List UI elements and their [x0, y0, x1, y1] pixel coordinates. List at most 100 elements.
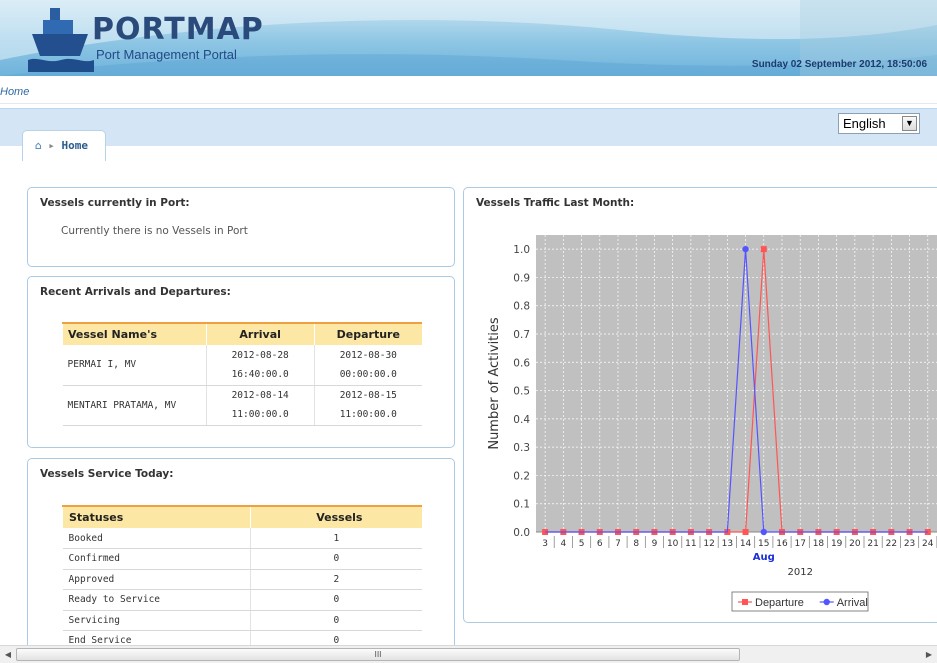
departure-time: 00:00:00.0 [313, 365, 422, 386]
table-row[interactable]: Booked 1 [62, 528, 422, 549]
y-tick-label: 0.0 [513, 527, 530, 539]
vessel-count: 0 [249, 589, 422, 611]
scrollbar-thumb[interactable]: III [16, 648, 740, 661]
legend-label: Departure [755, 597, 804, 609]
arrival-date: 2012-08-28 [205, 345, 315, 365]
vessel-count: 0 [249, 548, 422, 570]
divider [0, 103, 937, 104]
service-table: Statuses Vessels Booked 1 Confirmed 0 Appr… [62, 505, 422, 652]
y-axis-label: Number of Activities [487, 317, 502, 450]
column-header-statuses[interactable]: Statuses [62, 505, 251, 528]
x-tick-label: 3 [542, 539, 548, 549]
column-header-vessels[interactable]: Vessels [249, 505, 422, 528]
table-row[interactable]: Approved 2 [62, 569, 422, 590]
x-tick-label: 8 [633, 539, 639, 549]
recent-title: Recent Arrivals and Departures: [40, 286, 231, 298]
x-tick-label: 15 [758, 539, 769, 549]
arrival-date: 2012-08-14 [205, 385, 315, 405]
column-header-vessel-name[interactable]: Vessel Name's [62, 322, 207, 345]
table-header-row: Statuses Vessels [62, 505, 422, 528]
data-point-departure [760, 246, 767, 253]
y-tick-label: 0.8 [513, 301, 530, 313]
x-tick-label: 10 [667, 539, 679, 549]
arrival-time: 16:40:00.0 [205, 365, 315, 386]
traffic-chart: 0.0 0.1 0.2 0.3 0.4 0.5 0.6 0.7 0.8 0.9 1.0 3 4 5 6 7 8 9… [487, 235, 937, 612]
table-row[interactable]: MENTARI PRATAMA, MV 2012-08-14 2012-08-1… [62, 385, 422, 426]
x-tick-label: 7 [615, 539, 621, 549]
horizontal-scrollbar[interactable]: ◀ III ▶ [0, 645, 937, 663]
y-tick-label: 0.6 [513, 357, 530, 369]
recent-table: Vessel Name's Arrival Departure PERMAI I… [62, 322, 422, 426]
status-label: Confirmed [62, 548, 251, 570]
y-tick-label: 0.1 [513, 499, 530, 511]
ship-logo-icon [28, 8, 94, 72]
app-subtitle: Port Management Portal [96, 47, 237, 62]
x-tick-label: 9 [652, 539, 658, 549]
status-label: Booked [62, 528, 251, 549]
table-row[interactable]: Servicing 0 [62, 610, 422, 631]
x-tick-label: 21 [867, 539, 878, 549]
arrival-time: 11:00:00.0 [205, 405, 315, 426]
service-title: Vessels Service Today: [40, 468, 174, 480]
x-tick-label: 6 [597, 539, 603, 549]
legend-marker-square [742, 599, 748, 605]
x-tick-label: 23 [904, 539, 915, 549]
column-header-departure[interactable]: Departure [313, 322, 422, 345]
chevron-right-icon: ▸ [48, 139, 62, 152]
x-tick-label: 24 [922, 539, 934, 549]
x-tick-label: 4 [560, 539, 566, 549]
breadcrumb-home-link[interactable]: Home [0, 86, 29, 98]
legend-marker-circle [823, 598, 830, 606]
legend-label: Arrival [837, 597, 868, 609]
vessel-count: 1 [249, 528, 422, 549]
status-label: Ready to Service [62, 589, 251, 611]
departure-time: 11:00:00.0 [313, 405, 422, 426]
x-month-label: Aug [753, 552, 775, 563]
y-tick-label: 0.9 [513, 272, 530, 284]
table-row[interactable]: Ready to Service 0 [62, 589, 422, 611]
tab-home-label: Home [61, 139, 89, 152]
home-icon: ⌂ [35, 139, 42, 152]
x-year-label: 2012 [787, 567, 812, 578]
data-point-arrival [742, 245, 749, 253]
table-row[interactable]: Confirmed 0 [62, 548, 422, 570]
y-tick-label: 0.3 [513, 442, 530, 454]
scroll-right-icon[interactable]: ▶ [923, 648, 935, 661]
data-point-arrival [760, 528, 767, 536]
y-tick-label: 0.2 [513, 470, 530, 482]
x-tick-label: 22 [886, 539, 897, 549]
language-select-value: English [843, 116, 886, 131]
vessel-count: 0 [249, 610, 422, 631]
x-tick-label: 5 [579, 539, 585, 549]
x-tick-label: 19 [831, 539, 843, 549]
in-port-title: Vessels currently in Port: [40, 197, 190, 209]
scroll-left-icon[interactable]: ◀ [2, 648, 14, 661]
in-port-panel: Vessels currently in Port: Currently the… [27, 187, 455, 267]
vessel-name: MENTARI PRATAMA, MV [62, 385, 207, 426]
x-tick-label: 12 [703, 539, 714, 549]
table-header-row: Vessel Name's Arrival Departure [62, 322, 422, 345]
x-tick-label: 11 [685, 539, 696, 549]
service-panel: Vessels Service Today: Statuses Vessels … [27, 458, 455, 658]
x-tick-label: 13 [722, 539, 733, 549]
traffic-title: Vessels Traffic Last Month: [476, 197, 635, 209]
vessel-count: 2 [249, 569, 422, 590]
language-select[interactable]: English ▼ [838, 113, 920, 134]
data-point-departure [742, 529, 749, 535]
x-tick-label: 16 [776, 539, 788, 549]
scrollbar-grip: III [374, 650, 382, 659]
status-label: Approved [62, 569, 251, 590]
x-tick-label: 14 [740, 539, 752, 549]
y-tick-label: 0.4 [513, 414, 530, 426]
x-tick-label: 20 [849, 539, 861, 549]
departure-date: 2012-08-15 [313, 385, 422, 405]
current-datetime: Sunday 02 September 2012, 18:50:06 [751, 59, 927, 70]
app-title: PORTMAP [92, 12, 264, 47]
column-header-arrival[interactable]: Arrival [205, 322, 315, 345]
tab-home[interactable]: ⌂ ▸ Home [22, 130, 106, 161]
chevron-down-icon[interactable]: ▼ [902, 116, 917, 131]
table-row[interactable]: PERMAI I, MV 2012-08-28 2012-08-30 [62, 345, 422, 386]
in-port-message: Currently there is no Vessels in Port [61, 225, 248, 237]
y-tick-label: 0.5 [513, 386, 530, 398]
vessel-name: PERMAI I, MV [62, 345, 207, 386]
